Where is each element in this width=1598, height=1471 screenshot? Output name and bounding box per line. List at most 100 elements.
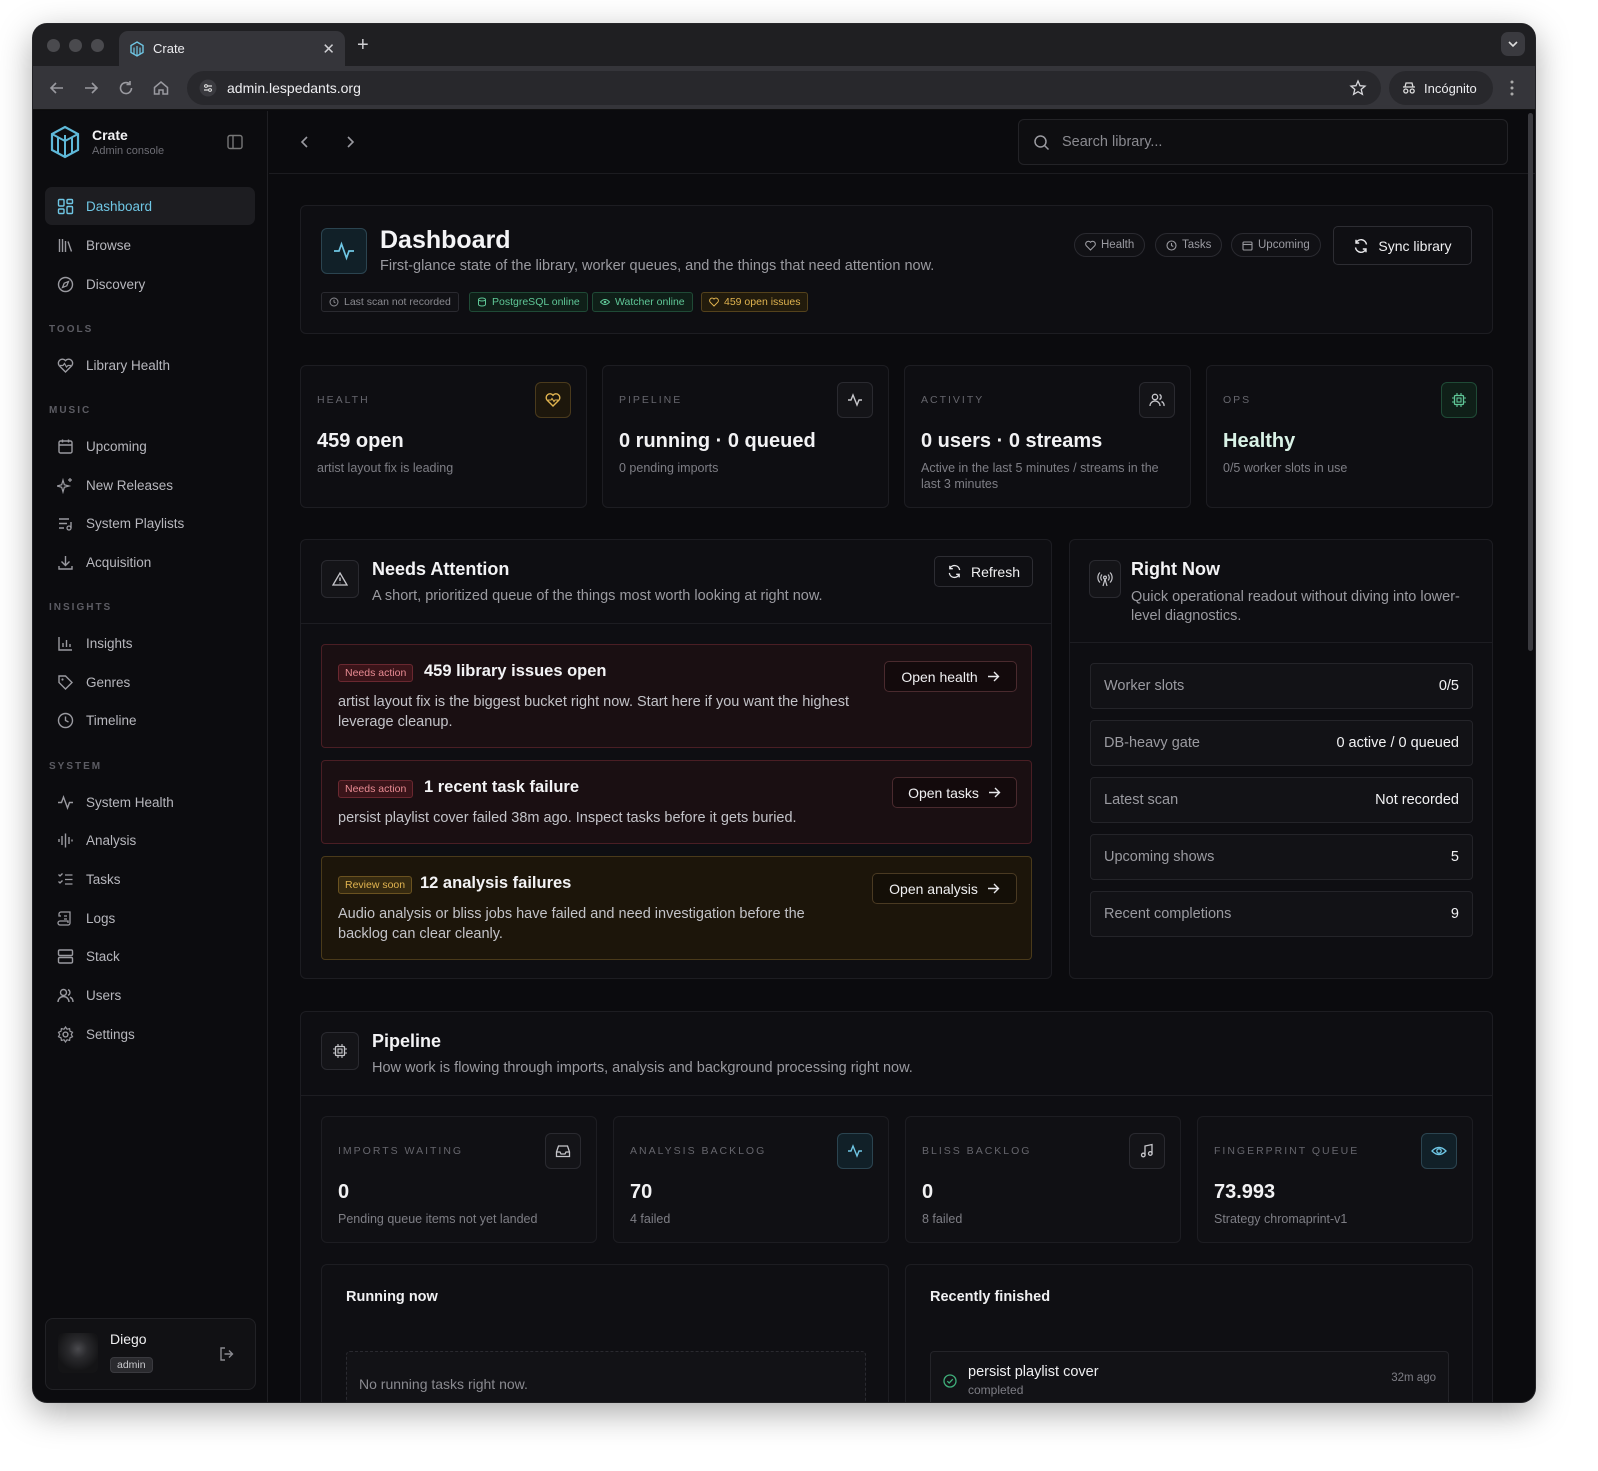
heart-icon [1085, 240, 1096, 251]
finished-task-row[interactable]: persist playlist cover completed 32m ago [930, 1351, 1449, 1402]
reload-icon[interactable] [116, 78, 136, 98]
brand[interactable]: Crate Admin console [49, 125, 164, 159]
attention-item-task-failure[interactable]: Needs action 1 recent task failure persi… [321, 760, 1032, 844]
sidebar-item-users[interactable]: Users [45, 976, 255, 1014]
new-tab-icon[interactable]: + [357, 34, 369, 57]
chevron-right-icon[interactable] [341, 133, 359, 151]
pipeline-stat-imports[interactable]: IMPORTS WAITING 0 Pending queue items no… [321, 1116, 597, 1243]
heart-icon [545, 393, 561, 407]
sidebar-collapse-icon[interactable] [226, 133, 244, 151]
attention-item-library-issues[interactable]: Needs action 459 library issues open art… [321, 644, 1032, 748]
sidebar-item-new-releases[interactable]: New Releases [45, 466, 255, 504]
stat-icon-box [837, 382, 873, 418]
sidebar-item-system-playlists[interactable]: System Playlists [45, 504, 255, 542]
open-analysis-button[interactable]: Open analysis [872, 873, 1017, 904]
needs-attention-panel: Needs Attention A short, prioritized que… [300, 539, 1052, 979]
open-health-button[interactable]: Open health [884, 661, 1017, 692]
stat-card-activity[interactable]: ACTIVITY 0 users · 0 streams Active in t… [904, 365, 1191, 508]
recently-finished-panel: Recently finished persist playlist cover… [905, 1264, 1473, 1402]
stat-icon-box [1129, 1133, 1165, 1169]
health-link[interactable]: Health [1074, 233, 1146, 257]
user-role-badge: admin [110, 1357, 153, 1373]
app-root: Crate Admin console Dashboard Browse Dis… [33, 111, 1535, 1402]
url-text: admin.lespedants.org [227, 80, 361, 96]
back-icon[interactable] [47, 78, 67, 98]
watcher-status-label: Watcher online [615, 296, 685, 308]
sidebar-item-timeline[interactable]: Timeline [45, 701, 255, 739]
sidebar-item-label: Dashboard [86, 198, 153, 214]
refresh-button[interactable]: Refresh [934, 556, 1033, 587]
search-input[interactable]: Search library... [1018, 119, 1508, 165]
scrollbar[interactable] [1528, 113, 1533, 651]
clock-icon [57, 712, 74, 728]
search-placeholder: Search library... [1062, 134, 1163, 150]
tasks-link-label: Tasks [1182, 239, 1212, 251]
users-icon [57, 988, 74, 1002]
open-tasks-button[interactable]: Open tasks [892, 777, 1017, 808]
bookmark-star-icon[interactable] [1349, 79, 1367, 97]
logout-icon[interactable] [218, 1345, 236, 1363]
library-icon [58, 238, 73, 252]
divider [1070, 642, 1492, 643]
pipeline-stat-analysis[interactable]: ANALYSIS BACKLOG 70 4 failed [613, 1116, 889, 1243]
sidebar-item-label: Upcoming [86, 438, 147, 454]
sidebar-item-dashboard[interactable]: Dashboard [45, 187, 255, 225]
stat-icon-box [1421, 1133, 1457, 1169]
stat-card-health[interactable]: HEALTH 459 open artist layout fix is lea… [300, 365, 587, 508]
sidebar-item-insights[interactable]: Insights [45, 624, 255, 662]
activity-icon [848, 393, 862, 407]
attention-item-title: 12 analysis failures [420, 874, 572, 892]
sidebar-item-stack[interactable]: Stack [45, 937, 255, 975]
close-tab-icon[interactable]: ✕ [322, 40, 335, 58]
sidebar-item-settings[interactable]: Settings [45, 1015, 255, 1053]
sidebar-item-label: Tasks [86, 871, 121, 887]
incognito-label: Incógnito [1424, 80, 1477, 96]
attention-item-desc: persist playlist cover failed 38m ago. I… [338, 810, 797, 826]
attention-item-analysis-failures[interactable]: Review soon 12 analysis failures Audio a… [321, 856, 1032, 960]
home-icon[interactable] [151, 78, 171, 98]
incognito-indicator[interactable]: Incógnito [1389, 71, 1493, 105]
chevron-down-icon [1508, 41, 1518, 48]
site-settings-icon[interactable] [199, 79, 217, 97]
browser-tab[interactable]: Crate ✕ [119, 31, 345, 66]
sidebar: Crate Admin console Dashboard Browse Dis… [33, 111, 268, 1402]
tab-search-button[interactable] [1501, 32, 1525, 56]
sidebar-item-tasks[interactable]: Tasks [45, 860, 255, 898]
stat-value: 0 [338, 1181, 350, 1203]
stat-card-ops[interactable]: OPS Healthy 0/5 worker slots in use [1206, 365, 1493, 508]
divider [301, 623, 1051, 624]
window-controls[interactable] [47, 39, 104, 52]
right-now-panel: Right Now Quick operational readout with… [1069, 539, 1493, 979]
activity-icon [334, 241, 354, 261]
browser-menu-icon[interactable] [1503, 79, 1521, 97]
sidebar-item-genres[interactable]: Genres [45, 663, 255, 701]
postgres-status-chip: PostgreSQL online [469, 292, 588, 312]
gear-icon [57, 1025, 74, 1043]
sidebar-item-discovery[interactable]: Discovery [45, 265, 255, 303]
row-value: 0/5 [1438, 678, 1459, 694]
user-card[interactable]: Diego admin [45, 1318, 256, 1390]
address-bar[interactable]: admin.lespedants.org [187, 71, 1381, 105]
sidebar-item-library-health[interactable]: Library Health [45, 346, 255, 384]
sidebar-item-browse[interactable]: Browse [45, 226, 255, 264]
sidebar-item-upcoming[interactable]: Upcoming [45, 427, 255, 465]
divider [301, 1095, 1492, 1096]
sidebar-item-system-health[interactable]: System Health [45, 783, 255, 821]
pipeline-stat-bliss[interactable]: BLISS BACKLOG 0 8 failed [905, 1116, 1181, 1243]
sidebar-item-label: Logs [86, 910, 116, 926]
sync-library-button[interactable]: Sync library [1333, 226, 1472, 265]
grid-icon [57, 198, 74, 214]
database-icon [478, 297, 486, 307]
eye-icon [1431, 1146, 1447, 1156]
stat-card-pipeline[interactable]: PIPELINE 0 running · 0 queued 0 pending … [602, 365, 889, 508]
sidebar-item-analysis[interactable]: Analysis [45, 821, 255, 859]
sidebar-item-acquisition[interactable]: Acquisition [45, 543, 255, 581]
refresh-icon [1355, 238, 1368, 253]
sidebar-item-logs[interactable]: Logs [45, 899, 255, 937]
pipeline-stat-fingerprint[interactable]: FINGERPRINT QUEUE 73.993 Strategy chroma… [1197, 1116, 1473, 1243]
chevron-left-icon[interactable] [296, 133, 314, 151]
warning-triangle-icon [332, 571, 348, 586]
tasks-link[interactable]: Tasks [1155, 233, 1223, 257]
upcoming-link[interactable]: Upcoming [1231, 233, 1321, 257]
forward-icon[interactable] [81, 78, 101, 98]
